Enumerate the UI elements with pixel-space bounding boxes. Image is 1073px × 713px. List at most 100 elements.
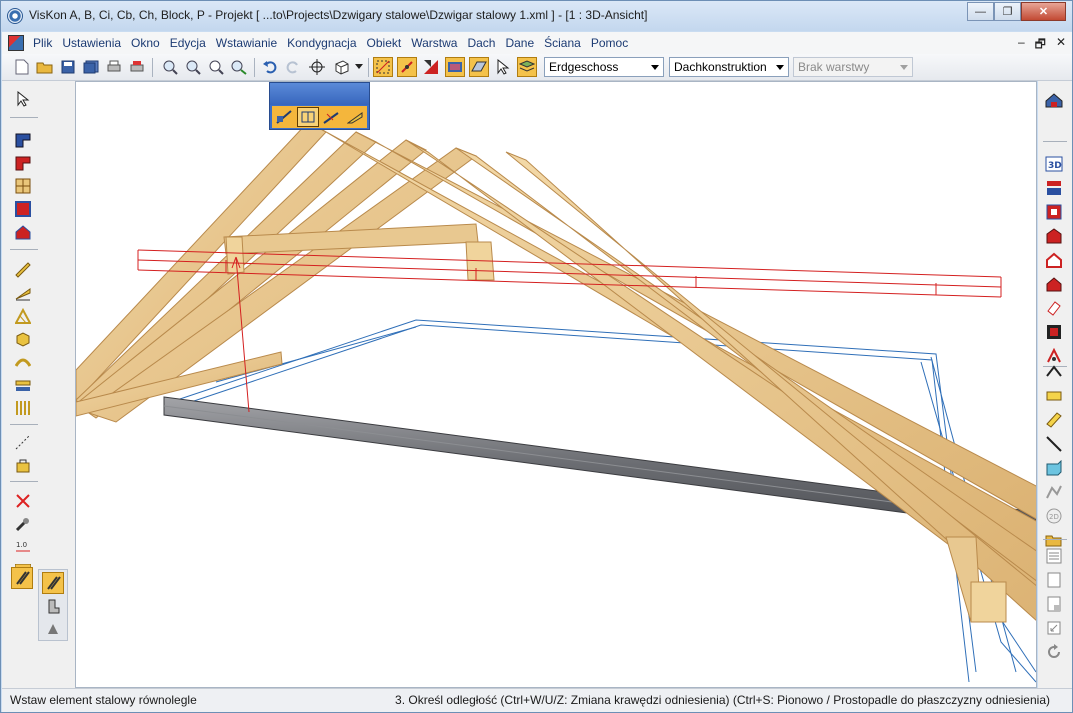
menu-obiekt[interactable]: Obiekt [362, 34, 407, 52]
connector-icon[interactable] [1043, 481, 1065, 503]
insert-angle-icon[interactable] [321, 107, 343, 127]
3d-viewport[interactable] [75, 81, 1037, 688]
steel-connection-icon[interactable] [42, 618, 64, 640]
panel-icon[interactable] [1043, 457, 1065, 479]
arch-icon[interactable] [12, 351, 34, 373]
slab-icon[interactable] [12, 198, 34, 220]
purlin-icon[interactable] [12, 282, 34, 304]
menu-wstawianie[interactable]: Wstawianie [211, 34, 282, 52]
section-icon[interactable] [421, 57, 441, 77]
wall-icon[interactable] [12, 129, 34, 151]
zoom-extents-icon[interactable] [206, 57, 226, 77]
window-element-icon[interactable] [12, 175, 34, 197]
hatch-icon[interactable] [445, 57, 465, 77]
house-icon[interactable] [12, 221, 34, 243]
page-corner-icon[interactable] [1043, 593, 1065, 615]
construction-select[interactable]: Dachkonstruktion [669, 57, 789, 77]
steel-insert-palette[interactable] [269, 82, 370, 130]
3d-view-icon[interactable]: 3D [1043, 153, 1065, 175]
menu-warstwa[interactable]: Warstwa [406, 34, 462, 52]
minimize-button[interactable]: — [967, 2, 994, 21]
insert-parallel-icon[interactable] [296, 107, 319, 127]
layer-manager-icon[interactable] [517, 57, 537, 77]
refresh-icon[interactable] [1043, 641, 1065, 663]
house-outline-icon[interactable] [1043, 249, 1065, 271]
section-view-icon[interactable] [1043, 177, 1065, 199]
lock-box-icon[interactable] [12, 454, 34, 476]
select-arrow-icon[interactable] [493, 57, 513, 77]
steel-beam-parallel-icon[interactable] [42, 572, 64, 594]
tools-icon[interactable] [12, 513, 34, 535]
material-icon[interactable] [469, 57, 489, 77]
layer-select[interactable]: Brak warstwy [793, 57, 913, 77]
insert-diagonal-icon[interactable] [273, 107, 295, 127]
delete-icon[interactable] [12, 490, 34, 512]
stud-wall-icon[interactable] [12, 397, 34, 419]
snap-point-icon[interactable] [397, 57, 417, 77]
dashed-line-icon[interactable] [12, 431, 34, 453]
wall-corner-icon[interactable] [12, 152, 34, 174]
save-all-icon[interactable] [81, 57, 101, 77]
mdi-close-button[interactable]: ✕ [1056, 35, 1066, 56]
menu-edycja[interactable]: Edycja [165, 34, 211, 52]
blank-page-icon[interactable] [1043, 569, 1065, 591]
crosshair-icon[interactable] [307, 57, 327, 77]
view-dropdown-arrow-icon[interactable] [352, 57, 366, 77]
status-hint-left: Wstaw element stalowy równolegle [10, 693, 197, 707]
2d-view-icon[interactable]: 2D [1043, 505, 1065, 527]
plate-icon[interactable] [1043, 385, 1065, 407]
snap-grid-icon[interactable] [373, 57, 393, 77]
menu-sciana[interactable]: Ściana [539, 34, 586, 52]
menu-ustawienia[interactable]: Ustawienia [57, 34, 126, 52]
pointer-icon[interactable] [12, 88, 34, 110]
new-file-icon[interactable] [12, 57, 32, 77]
resize-icon[interactable] [1043, 617, 1065, 639]
dimension-icon[interactable]: 1.0 [12, 536, 34, 558]
menu-dach[interactable]: Dach [462, 34, 500, 52]
roof-shape-icon[interactable] [1043, 361, 1065, 383]
rafter-icon[interactable] [12, 259, 34, 281]
rafters-left[interactable] [76, 121, 478, 423]
insert-rafter-icon[interactable] [344, 107, 366, 127]
undo-icon[interactable] [260, 57, 280, 77]
steel-column-icon[interactable] [42, 595, 64, 617]
document-icon[interactable] [8, 35, 24, 51]
truss-icon[interactable] [12, 305, 34, 327]
house-red-icon[interactable] [1043, 273, 1065, 295]
toolbar-separator [152, 58, 153, 77]
mdi-restore-button[interactable]: 🗗 [1035, 35, 1046, 56]
eraser-icon[interactable] [1043, 297, 1065, 319]
palette-header[interactable] [270, 83, 369, 105]
zoom-window-icon[interactable] [229, 57, 249, 77]
joist-icon[interactable] [12, 374, 34, 396]
zoom-out-icon[interactable] [183, 57, 203, 77]
close-button[interactable]: ✕ [1021, 2, 1066, 21]
title-bar[interactable]: VisKon A, B, Ci, Cb, Ch, Block, P - Proj… [1, 1, 1072, 31]
line-tool-icon[interactable] [1043, 433, 1065, 455]
save-icon[interactable] [58, 57, 78, 77]
window-title: VisKon A, B, Ci, Cb, Ch, Block, P - Proj… [29, 8, 648, 22]
menu-kondygnacja[interactable]: Kondygnacja [282, 34, 361, 52]
menu-dane[interactable]: Dane [500, 34, 539, 52]
mdi-minimize-button[interactable]: – [1018, 35, 1025, 56]
storey-select[interactable]: Erdgeschoss [544, 57, 664, 77]
zoom-in-icon[interactable] [160, 57, 180, 77]
view-cube-icon[interactable] [332, 57, 352, 77]
elevation-icon[interactable] [1043, 225, 1065, 247]
beam-block-icon[interactable] [12, 328, 34, 350]
steel-element-icon[interactable] [11, 567, 33, 589]
menu-pomoc[interactable]: Pomoc [586, 34, 633, 52]
menu-plik[interactable]: Plik [28, 34, 57, 52]
list-icon[interactable] [1043, 545, 1065, 567]
roof-house-icon[interactable] [1043, 89, 1065, 111]
redo-icon[interactable] [283, 57, 303, 77]
menu-okno[interactable]: Okno [126, 34, 165, 52]
open-folder-icon[interactable] [35, 57, 55, 77]
maximize-button[interactable]: ❐ [994, 2, 1021, 21]
floor-icon[interactable] [1043, 321, 1065, 343]
diagonal-plate-icon[interactable] [1043, 409, 1065, 431]
print-icon[interactable] [104, 57, 124, 77]
app-icon[interactable] [7, 8, 23, 24]
print-pdf-icon[interactable] [127, 57, 147, 77]
floor-plan-icon[interactable] [1043, 201, 1065, 223]
